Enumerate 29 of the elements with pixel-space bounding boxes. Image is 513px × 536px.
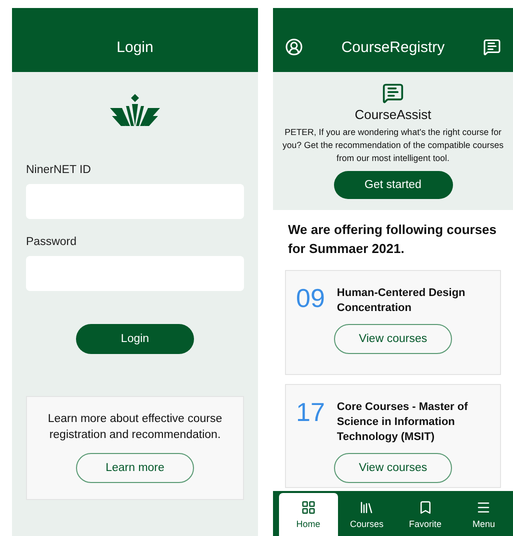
crown-logo-icon <box>108 94 162 128</box>
view-courses-button[interactable]: View courses <box>334 324 452 354</box>
course-count: 17 <box>296 397 325 429</box>
get-started-button[interactable]: Get started <box>334 171 452 199</box>
field-label: NinerNET ID <box>26 164 92 176</box>
screen-title: Login <box>116 38 154 56</box>
course-title: Core Courses - Master of Science in Information Technology (MSIT) <box>336 400 469 445</box>
login-button[interactable]: Login <box>76 324 194 354</box>
stack-icon <box>359 500 374 515</box>
nav-tab[interactable]: Courses <box>338 493 396 536</box>
learn-more-button[interactable]: Learn more <box>76 453 194 483</box>
account-icon[interactable] <box>285 38 303 56</box>
nav-tab[interactable]: Favorite <box>396 493 454 536</box>
chat-icon[interactable] <box>483 38 501 56</box>
assist-text: PETER, If you are wondering what's the right course for you? Get the recommendation of the compatible courses from our most intelligent tool. <box>281 126 505 165</box>
screen-title: CourseRegistry <box>340 38 446 56</box>
menu-icon <box>476 500 492 515</box>
bookmark-icon <box>418 500 433 515</box>
course-count: 09 <box>296 283 325 315</box>
nav-tab[interactable]: Home <box>279 493 338 536</box>
info-text: Learn more about effective course registration and recommendation. <box>46 412 224 443</box>
section-heading: We are offering following courses for Summaer 2021. <box>288 221 498 258</box>
grid-icon <box>300 500 316 515</box>
chat-icon <box>382 82 404 104</box>
course-title: Human-Centered Design Concentration <box>336 286 466 316</box>
view-courses-button[interactable]: View courses <box>334 453 452 483</box>
nav-tab[interactable]: Menu <box>454 493 513 536</box>
field-label: Password <box>26 236 78 248</box>
assist-title: CourseAssist <box>354 107 432 122</box>
